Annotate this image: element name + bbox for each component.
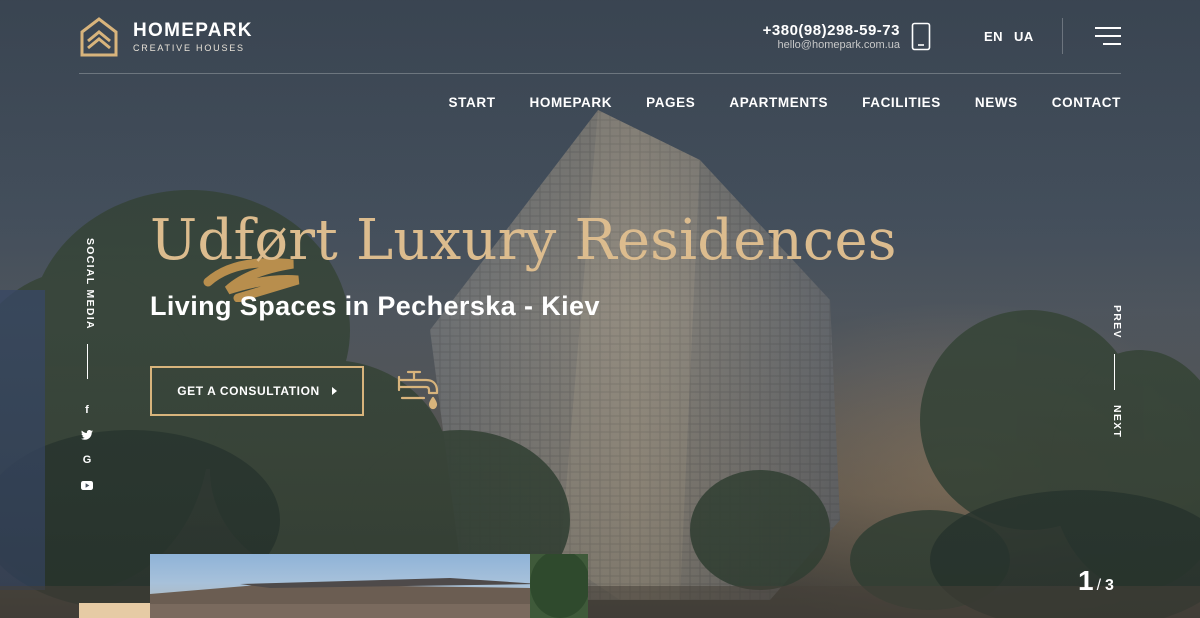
- get-consultation-button[interactable]: GET A CONSULTATION: [150, 366, 364, 416]
- slide-total: 3: [1105, 577, 1114, 594]
- header-separator: [79, 73, 1121, 74]
- google-icon[interactable]: G: [80, 453, 94, 467]
- nav-start[interactable]: START: [449, 95, 496, 110]
- faucet-icon: [397, 370, 439, 410]
- phone-number[interactable]: +380(98)298-59-73: [763, 22, 900, 39]
- house-logo-icon: [80, 17, 118, 57]
- main-navigation: START HOMEPARK PAGES APARTMENTS FACILITI…: [449, 95, 1121, 110]
- header-divider: [1062, 18, 1063, 54]
- nav-news[interactable]: NEWS: [975, 95, 1018, 110]
- slider-prev[interactable]: PREV: [1107, 305, 1123, 339]
- header-contact: +380(98)298-59-73 hello@homepark.com.ua: [763, 22, 900, 52]
- social-divider: [87, 344, 88, 379]
- nav-contact[interactable]: CONTACT: [1052, 95, 1121, 110]
- slide-current: 1: [1078, 565, 1094, 596]
- logo-subtitle: CREATIVE HOUSES: [133, 42, 245, 53]
- cta-label: GET A CONSULTATION: [177, 384, 320, 398]
- apartment-preview-image[interactable]: [150, 554, 588, 618]
- twitter-bird-glyph: [81, 430, 93, 440]
- slide-counter: 1 / 3: [1078, 567, 1114, 595]
- language-en[interactable]: EN: [984, 29, 1003, 44]
- slide-separator: /: [1096, 577, 1102, 594]
- youtube-icon[interactable]: [80, 478, 94, 492]
- nav-homepark[interactable]: HOMEPARK: [530, 95, 613, 110]
- site-logo[interactable]: HOMEPARK CREATIVE HOUSES: [79, 17, 253, 57]
- bottom-accent-block: [79, 603, 150, 618]
- hero-headline: Udført Luxury Residences: [150, 208, 897, 273]
- nav-apartments[interactable]: APARTMENTS: [729, 95, 828, 110]
- logo-title: HOMEPARK: [133, 19, 253, 41]
- slider-nav-divider: [1114, 354, 1115, 390]
- nav-pages[interactable]: PAGES: [646, 95, 695, 110]
- hero-subline: Living Spaces in Pecherska - Kiev: [150, 291, 600, 321]
- hamburger-menu-icon[interactable]: [1095, 27, 1121, 47]
- slider-next[interactable]: NEXT: [1107, 405, 1123, 438]
- email-address[interactable]: hello@homepark.com.ua: [763, 39, 900, 52]
- facebook-icon[interactable]: f: [80, 403, 94, 417]
- preview-building-graphic: [150, 554, 588, 618]
- twitter-icon[interactable]: [80, 428, 94, 442]
- arrow-right-icon: [331, 387, 337, 395]
- hero-headline-wrap: Udført Luxury Residences: [150, 206, 897, 302]
- mobile-phone-icon: [911, 22, 931, 51]
- language-ua[interactable]: UA: [1014, 29, 1034, 44]
- nav-facilities[interactable]: FACILITIES: [862, 95, 941, 110]
- social-media-label: SOCIAL MEDIA: [84, 238, 96, 330]
- youtube-play-glyph: [81, 480, 93, 490]
